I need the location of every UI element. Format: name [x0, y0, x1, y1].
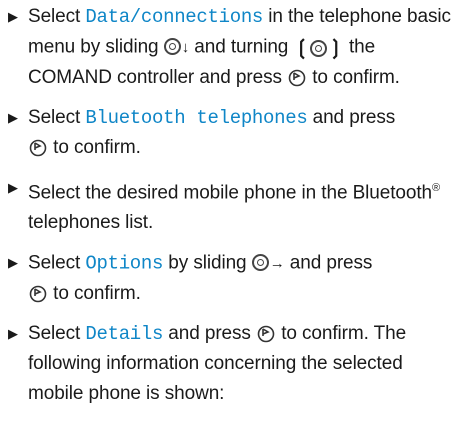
step-text: Select	[28, 107, 86, 128]
step-text: and press	[284, 252, 373, 274]
controller-press-icon	[257, 326, 275, 343]
bullet-icon: ▶	[8, 110, 18, 125]
menu-item-data-connections: Data/connections	[85, 6, 264, 28]
step-select-bluetooth-telephones: ▶ Select Bluetooth telephones and press …	[8, 103, 461, 163]
menu-item-options: Options	[85, 252, 164, 275]
bullet-icon: ▶	[8, 255, 18, 271]
step-text: Select	[28, 6, 86, 27]
step-text: and press	[307, 107, 396, 128]
step-select-data-connections: ▶ Select Data/connections in the telepho…	[8, 2, 461, 93]
step-text: telephones list.	[28, 212, 154, 234]
step-select-details: ▶ Select Details and press to confirm. T…	[8, 319, 461, 409]
menu-item-details: Details	[85, 323, 164, 346]
step-select-mobile-phone: ▶ Select the desired mobile phone in the…	[8, 173, 461, 238]
controller-press-icon	[29, 286, 47, 303]
step-text: and press	[163, 323, 257, 345]
step-select-options: ▶ Select Options by sliding → and press …	[8, 248, 461, 309]
controller-slide-right-icon: →	[251, 248, 285, 279]
step-text: and turning	[189, 36, 294, 58]
bullet-icon: ▶	[8, 9, 18, 24]
controller-press-icon	[288, 69, 306, 87]
bullet-icon: ▶	[8, 180, 18, 195]
step-text: Select	[28, 252, 86, 274]
controller-turn-icon: ❲ ❳	[293, 36, 344, 59]
registered-mark: ®	[431, 182, 440, 194]
controller-press-icon	[29, 139, 47, 157]
menu-item-bluetooth-telephones: Bluetooth telephones	[85, 107, 308, 129]
step-text: to confirm.	[307, 67, 400, 88]
step-text: Select	[28, 323, 86, 345]
step-text: to confirm.	[48, 283, 141, 305]
bullet-icon: ▶	[8, 326, 18, 342]
step-text: Select the desired mobile phone in the B…	[28, 182, 432, 204]
step-text: by sliding	[163, 252, 252, 274]
step-text: to confirm.	[48, 137, 141, 158]
instruction-page: ▶ Select Data/connections in the telepho…	[0, 0, 461, 432]
controller-slide-down-icon: ↓	[163, 32, 189, 63]
